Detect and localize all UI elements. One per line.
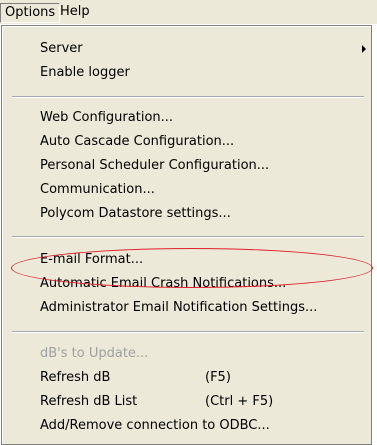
menu-item-add-remove-odbc-connection[interactable]: Add/Remove connection to ODBC... [40, 414, 270, 438]
menu-item-label: dB's to Update... [40, 346, 149, 361]
options-dropdown-menu: Server Enable logger Web Configuration..… [1, 25, 372, 445]
menu-item-label: Automatic Email Crash Notifications... [40, 276, 287, 291]
menu-item-shortcut: (Ctrl + F5) [205, 394, 274, 409]
menu-item-label: Refresh dB List [40, 394, 138, 409]
menu-item-server[interactable]: Server [40, 37, 83, 61]
submenu-arrow-icon [362, 45, 366, 53]
menu-item-label: Add/Remove connection to ODBC... [40, 418, 270, 433]
menu-item-email-format[interactable]: E-mail Format... [40, 248, 143, 272]
menu-item-label: Personal Scheduler Configuration... [40, 158, 270, 173]
menu-item-label: Web Configuration... [40, 110, 174, 125]
menu-item-dbs-to-update: dB's to Update... [40, 342, 148, 366]
menu-item-label: Communication... [40, 182, 155, 197]
menu-item-web-configuration[interactable]: Web Configuration... [40, 106, 173, 130]
menu-item-automatic-email-crash-notifications[interactable]: Automatic Email Crash Notifications... [40, 272, 286, 296]
menu-item-refresh-db-list[interactable]: Refresh dB List (Ctrl + F5) [40, 390, 340, 414]
menu-item-administrator-email-notification-settings[interactable]: Administrator Email Notification Setting… [40, 296, 317, 320]
menu-item-auto-cascade-configuration[interactable]: Auto Cascade Configuration... [40, 130, 234, 154]
menu-item-refresh-db[interactable]: Refresh dB (F5) [40, 366, 340, 390]
menu-separator [12, 236, 364, 238]
menu-bar: Options Help [0, 0, 377, 24]
menu-separator [12, 96, 364, 98]
menu-help[interactable]: Help [56, 3, 94, 21]
menu-separator [12, 331, 364, 333]
menu-item-label: Administrator Email Notification Setting… [40, 300, 318, 315]
menu-item-label: E-mail Format... [40, 252, 144, 267]
menu-item-label: Polycom Datastore settings... [40, 206, 231, 221]
menu-item-communication[interactable]: Communication... [40, 178, 155, 202]
menu-options[interactable]: Options [0, 3, 61, 23]
menu-item-enable-logger[interactable]: Enable logger [40, 61, 130, 85]
menu-item-label: Refresh dB [40, 370, 111, 385]
menu-item-label: Server [40, 41, 83, 56]
menu-item-shortcut: (F5) [205, 370, 231, 385]
menu-item-label: Enable logger [40, 65, 130, 80]
menu-item-personal-scheduler-configuration[interactable]: Personal Scheduler Configuration... [40, 154, 269, 178]
menu-item-polycom-datastore-settings[interactable]: Polycom Datastore settings... [40, 202, 231, 226]
menu-item-label: Auto Cascade Configuration... [40, 134, 235, 149]
